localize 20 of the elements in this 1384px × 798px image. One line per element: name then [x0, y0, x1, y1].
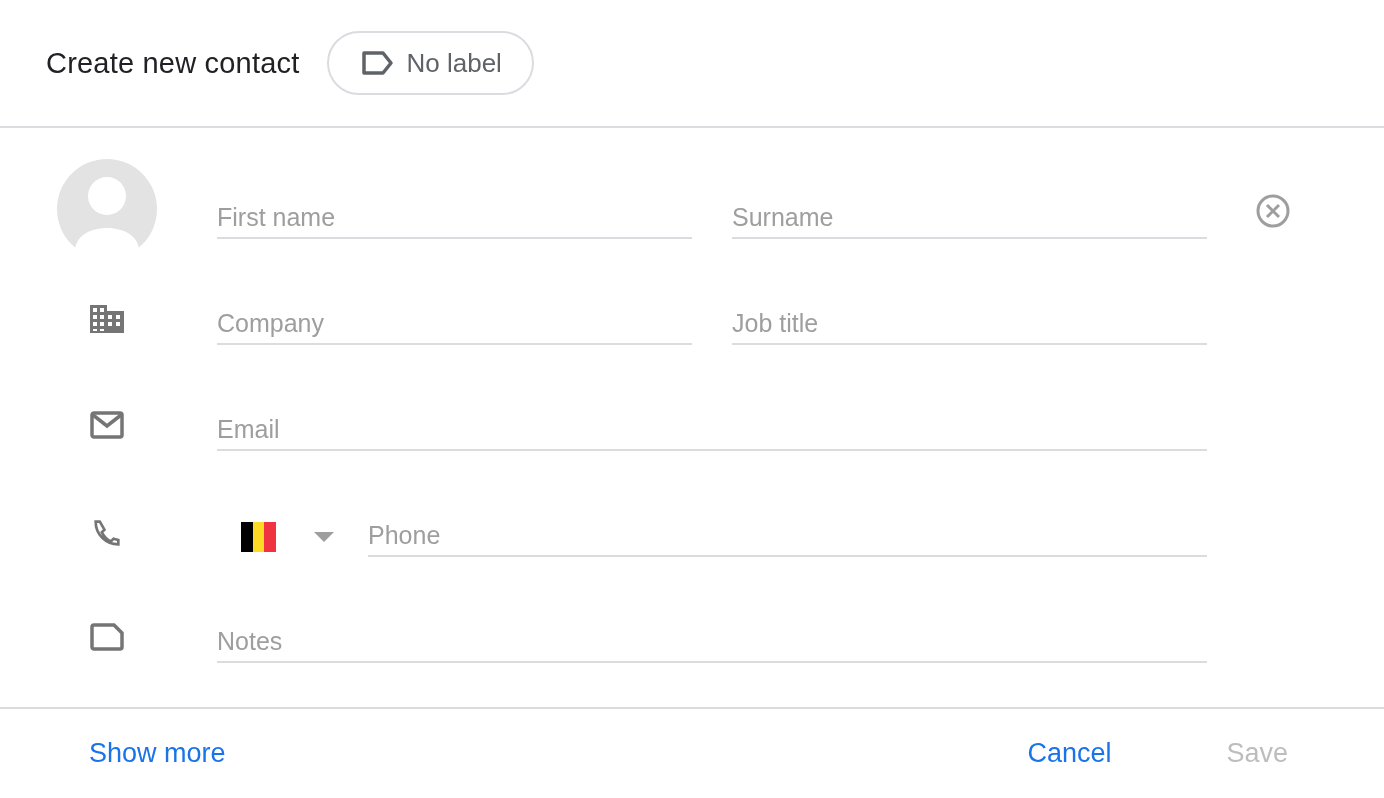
dialog-title: Create new contact [46, 46, 300, 80]
input-field[interactable]: Notes [217, 621, 1207, 663]
input-field[interactable]: Surname [732, 197, 1207, 239]
close-icon [1255, 193, 1291, 229]
phone-field[interactable]: Phone [368, 515, 1207, 557]
envelope-icon [90, 411, 124, 439]
label-chip[interactable]: No label [327, 31, 534, 95]
footer-button[interactable]: Cancel [1027, 738, 1112, 769]
phone-icon [91, 517, 123, 549]
input-field[interactable]: Job title [732, 303, 1207, 345]
building-icon [90, 305, 124, 333]
flag-icon [241, 522, 276, 552]
label-icon [361, 51, 395, 75]
input-field[interactable]: Email [217, 409, 1207, 451]
note-icon [90, 623, 124, 651]
input-field[interactable]: Company [217, 303, 692, 345]
caret-icon [314, 532, 334, 542]
show-more-link[interactable]: Show more [89, 738, 226, 769]
input-field[interactable]: First name [217, 197, 692, 239]
clear-button[interactable] [1255, 193, 1291, 229]
